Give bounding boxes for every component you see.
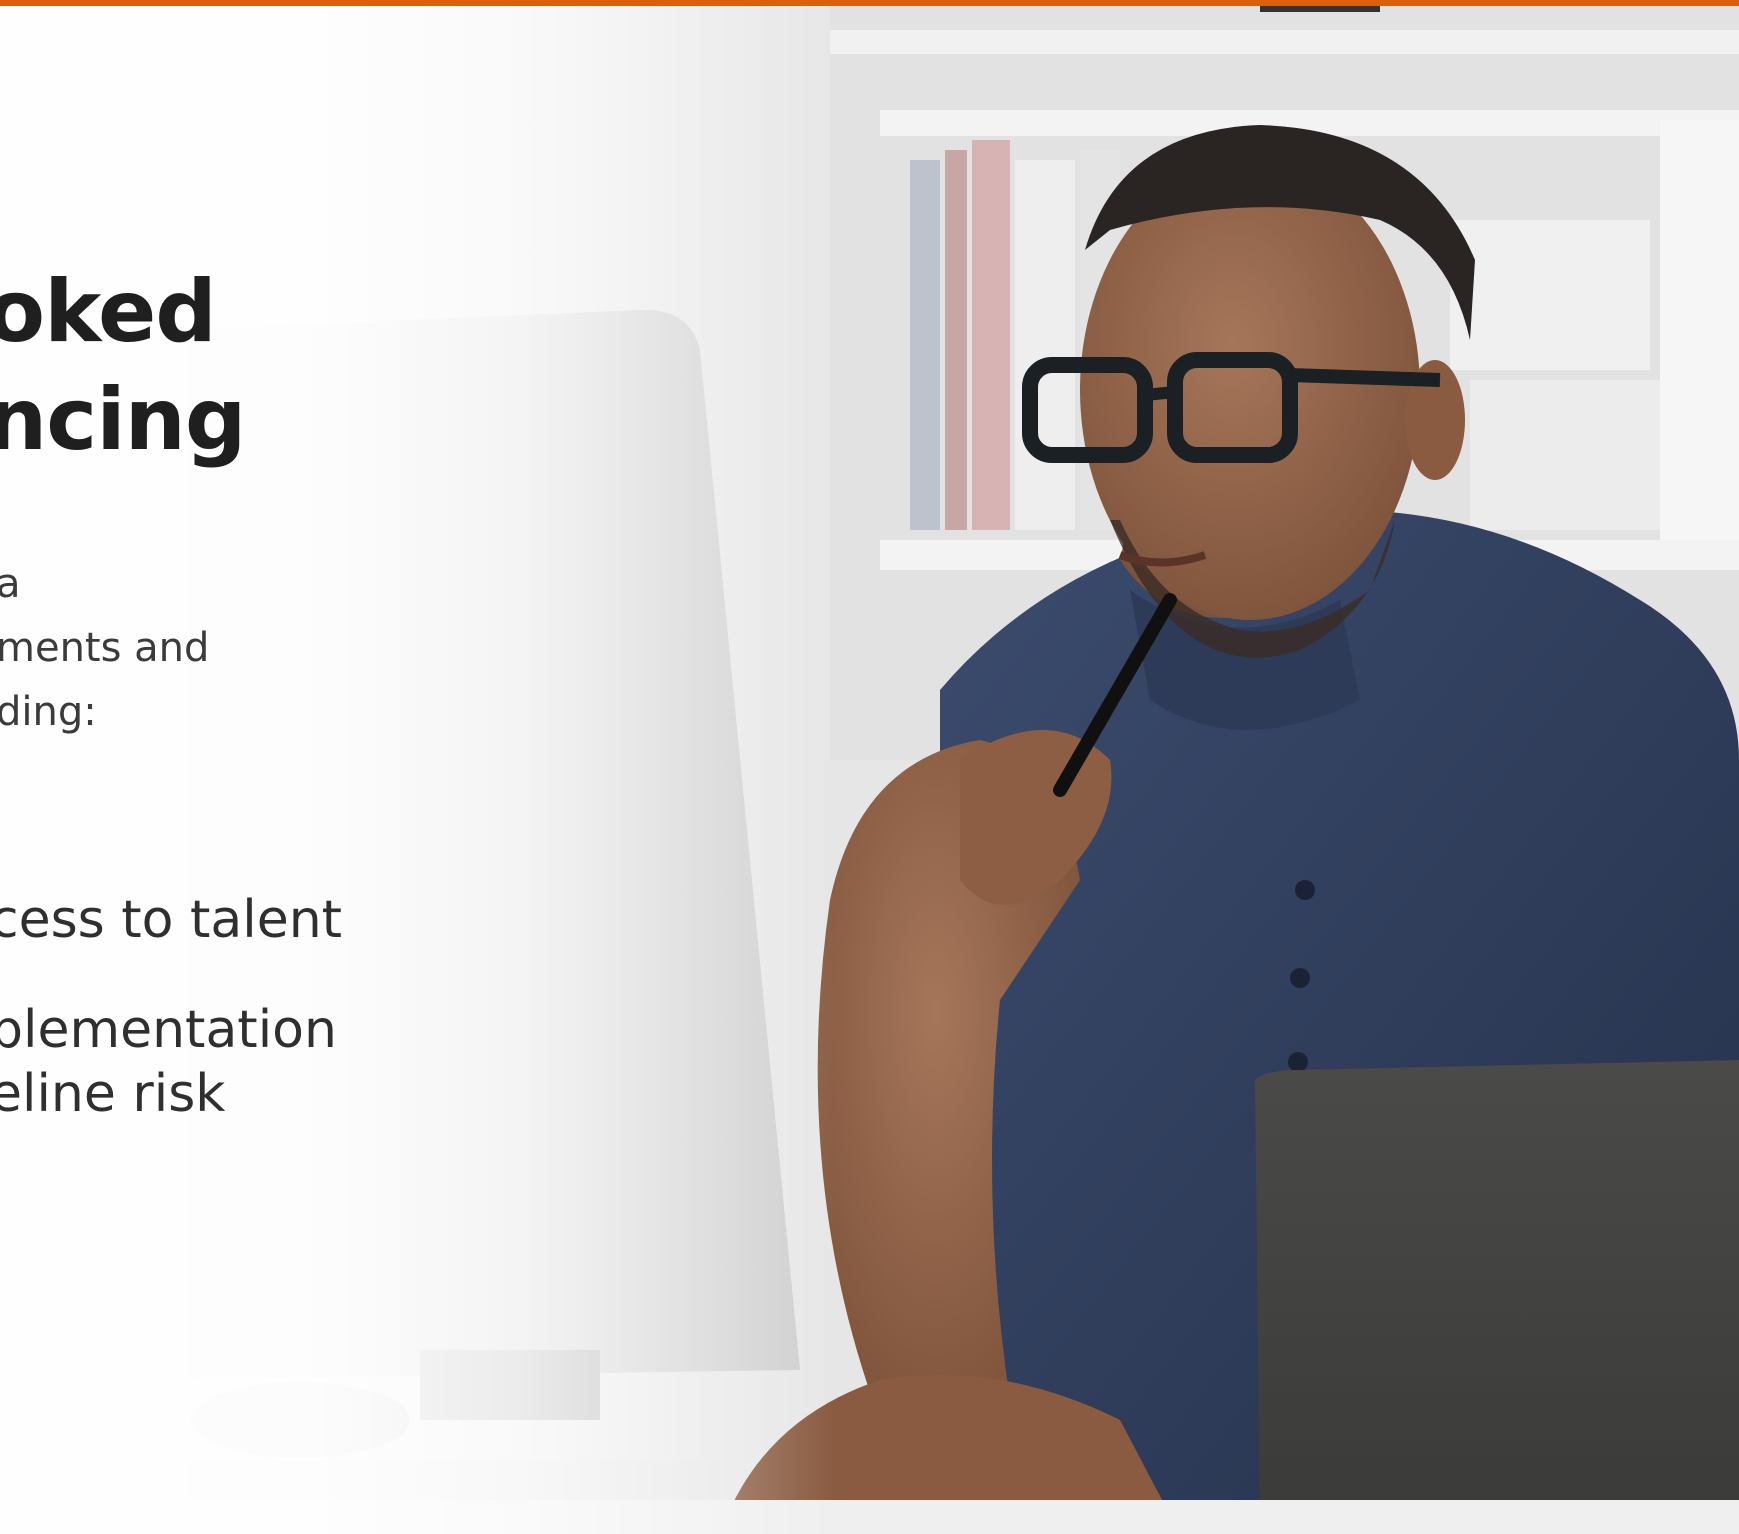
- top-accent-bar: [0, 0, 1739, 6]
- page-title-line: oked: [0, 262, 217, 362]
- list-item: cess to talent: [0, 888, 342, 952]
- list-item: plementation eline risk: [0, 998, 342, 1126]
- page-title: oked ncing: [0, 258, 246, 474]
- hero-slide: oked ncing a ments and ding: cess to tal…: [0, 0, 1739, 1534]
- benefit-line: eline risk: [0, 1064, 226, 1124]
- white-fade-overlay: [0, 0, 1739, 1534]
- benefit-line: plementation: [0, 1000, 337, 1060]
- page-title-line: ncing: [0, 370, 246, 470]
- intro-line: ments and: [0, 625, 210, 671]
- intro-text: a ments and ding:: [0, 552, 209, 744]
- intro-line: a: [0, 561, 21, 607]
- benefits-list: cess to talent plementation eline risk: [0, 888, 342, 1126]
- benefit-line: cess to talent: [0, 890, 343, 950]
- intro-line: ding:: [0, 689, 97, 735]
